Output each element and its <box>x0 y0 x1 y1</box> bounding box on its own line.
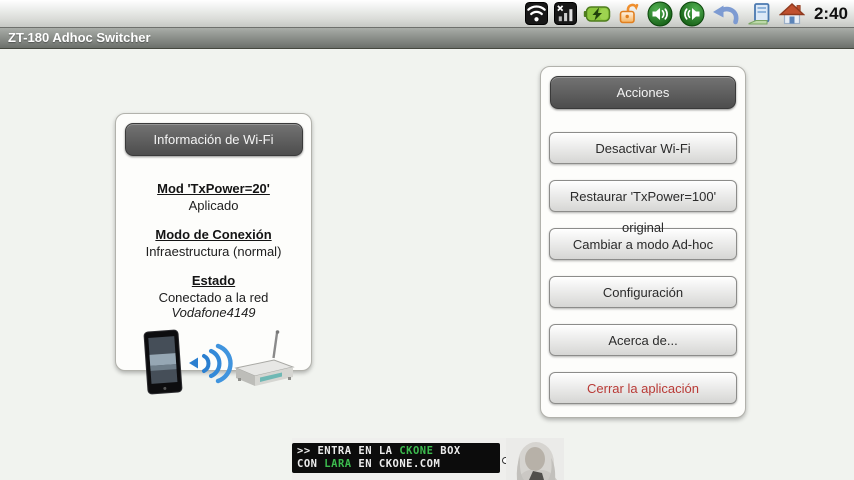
ad-line-1: >> ENTRA EN LA CKONE BOX <box>297 445 500 458</box>
ad-line-2: CON LARA EN CKONE.COM <box>297 458 500 471</box>
actions-card: Acciones Desactivar Wi-Fi Restaurar 'TxP… <box>540 66 746 418</box>
close-app-button[interactable]: Cerrar la aplicación <box>549 372 737 404</box>
network-name: Vodafone4149 <box>171 305 255 320</box>
txpower-label: Mod 'TxPower=20' <box>116 181 311 196</box>
wifi-card-header: Información de Wi-Fi <box>125 123 303 156</box>
window-title: ZT-180 Adhoc Switcher <box>8 30 151 45</box>
connection-mode-section: Modo de Conexión Infraestructura (normal… <box>116 227 311 259</box>
title-bar: ZT-180 Adhoc Switcher <box>0 28 854 49</box>
wifi-adhoc-icon <box>525 2 548 25</box>
tasks-icon[interactable] <box>746 2 773 26</box>
wifi-info-card: Información de Wi-Fi Mod 'TxPower=20' Ap… <box>115 113 312 371</box>
disable-wifi-button[interactable]: Desactivar Wi-Fi <box>549 132 737 164</box>
tablet-icon <box>143 330 181 394</box>
status-value: Conectado a la red Vodafone4149 <box>116 290 311 320</box>
wifi-signal-icon <box>189 346 231 381</box>
adhoc-mode-button[interactable]: Cambiar a modo Ad-hoc <box>549 228 737 260</box>
ad-banner[interactable]: >> ENTRA EN LA CKONE BOX CON LARA EN CKO… <box>292 438 564 480</box>
txpower-section: Mod 'TxPower=20' Aplicado <box>116 181 311 213</box>
settings-button[interactable]: Configuración <box>549 276 737 308</box>
home-icon[interactable] <box>779 2 805 26</box>
signal-off-icon <box>554 2 577 25</box>
connection-mode-value: Infraestructura (normal) <box>116 244 311 259</box>
status-label: Estado <box>116 273 311 288</box>
connection-mode-label: Modo de Conexión <box>116 227 311 242</box>
screen: 2:40 ZT-180 Adhoc Switcher Información d… <box>0 0 854 480</box>
status-time: 2:40 <box>814 4 848 24</box>
model-photo <box>506 438 564 480</box>
router-icon <box>236 330 293 386</box>
about-button[interactable]: Acerca de... <box>549 324 737 356</box>
txpower-value: Aplicado <box>116 198 311 213</box>
status-section: Estado Conectado a la red Vodafone4149 <box>116 273 311 320</box>
status-bar: 2:40 <box>0 0 854 28</box>
unlocked-icon <box>617 2 641 26</box>
battery-charging-icon <box>583 4 611 24</box>
connection-illustration <box>116 327 311 404</box>
volume-down-icon[interactable] <box>647 1 673 27</box>
volume-up-icon[interactable] <box>679 1 705 27</box>
actions-card-header: Acciones <box>550 76 736 109</box>
ad-text-box: >> ENTRA EN LA CKONE BOX CON LARA EN CKO… <box>292 443 500 473</box>
back-icon[interactable] <box>711 2 740 26</box>
restore-txpower-button[interactable]: Restaurar 'TxPower=100' original <box>549 180 737 212</box>
